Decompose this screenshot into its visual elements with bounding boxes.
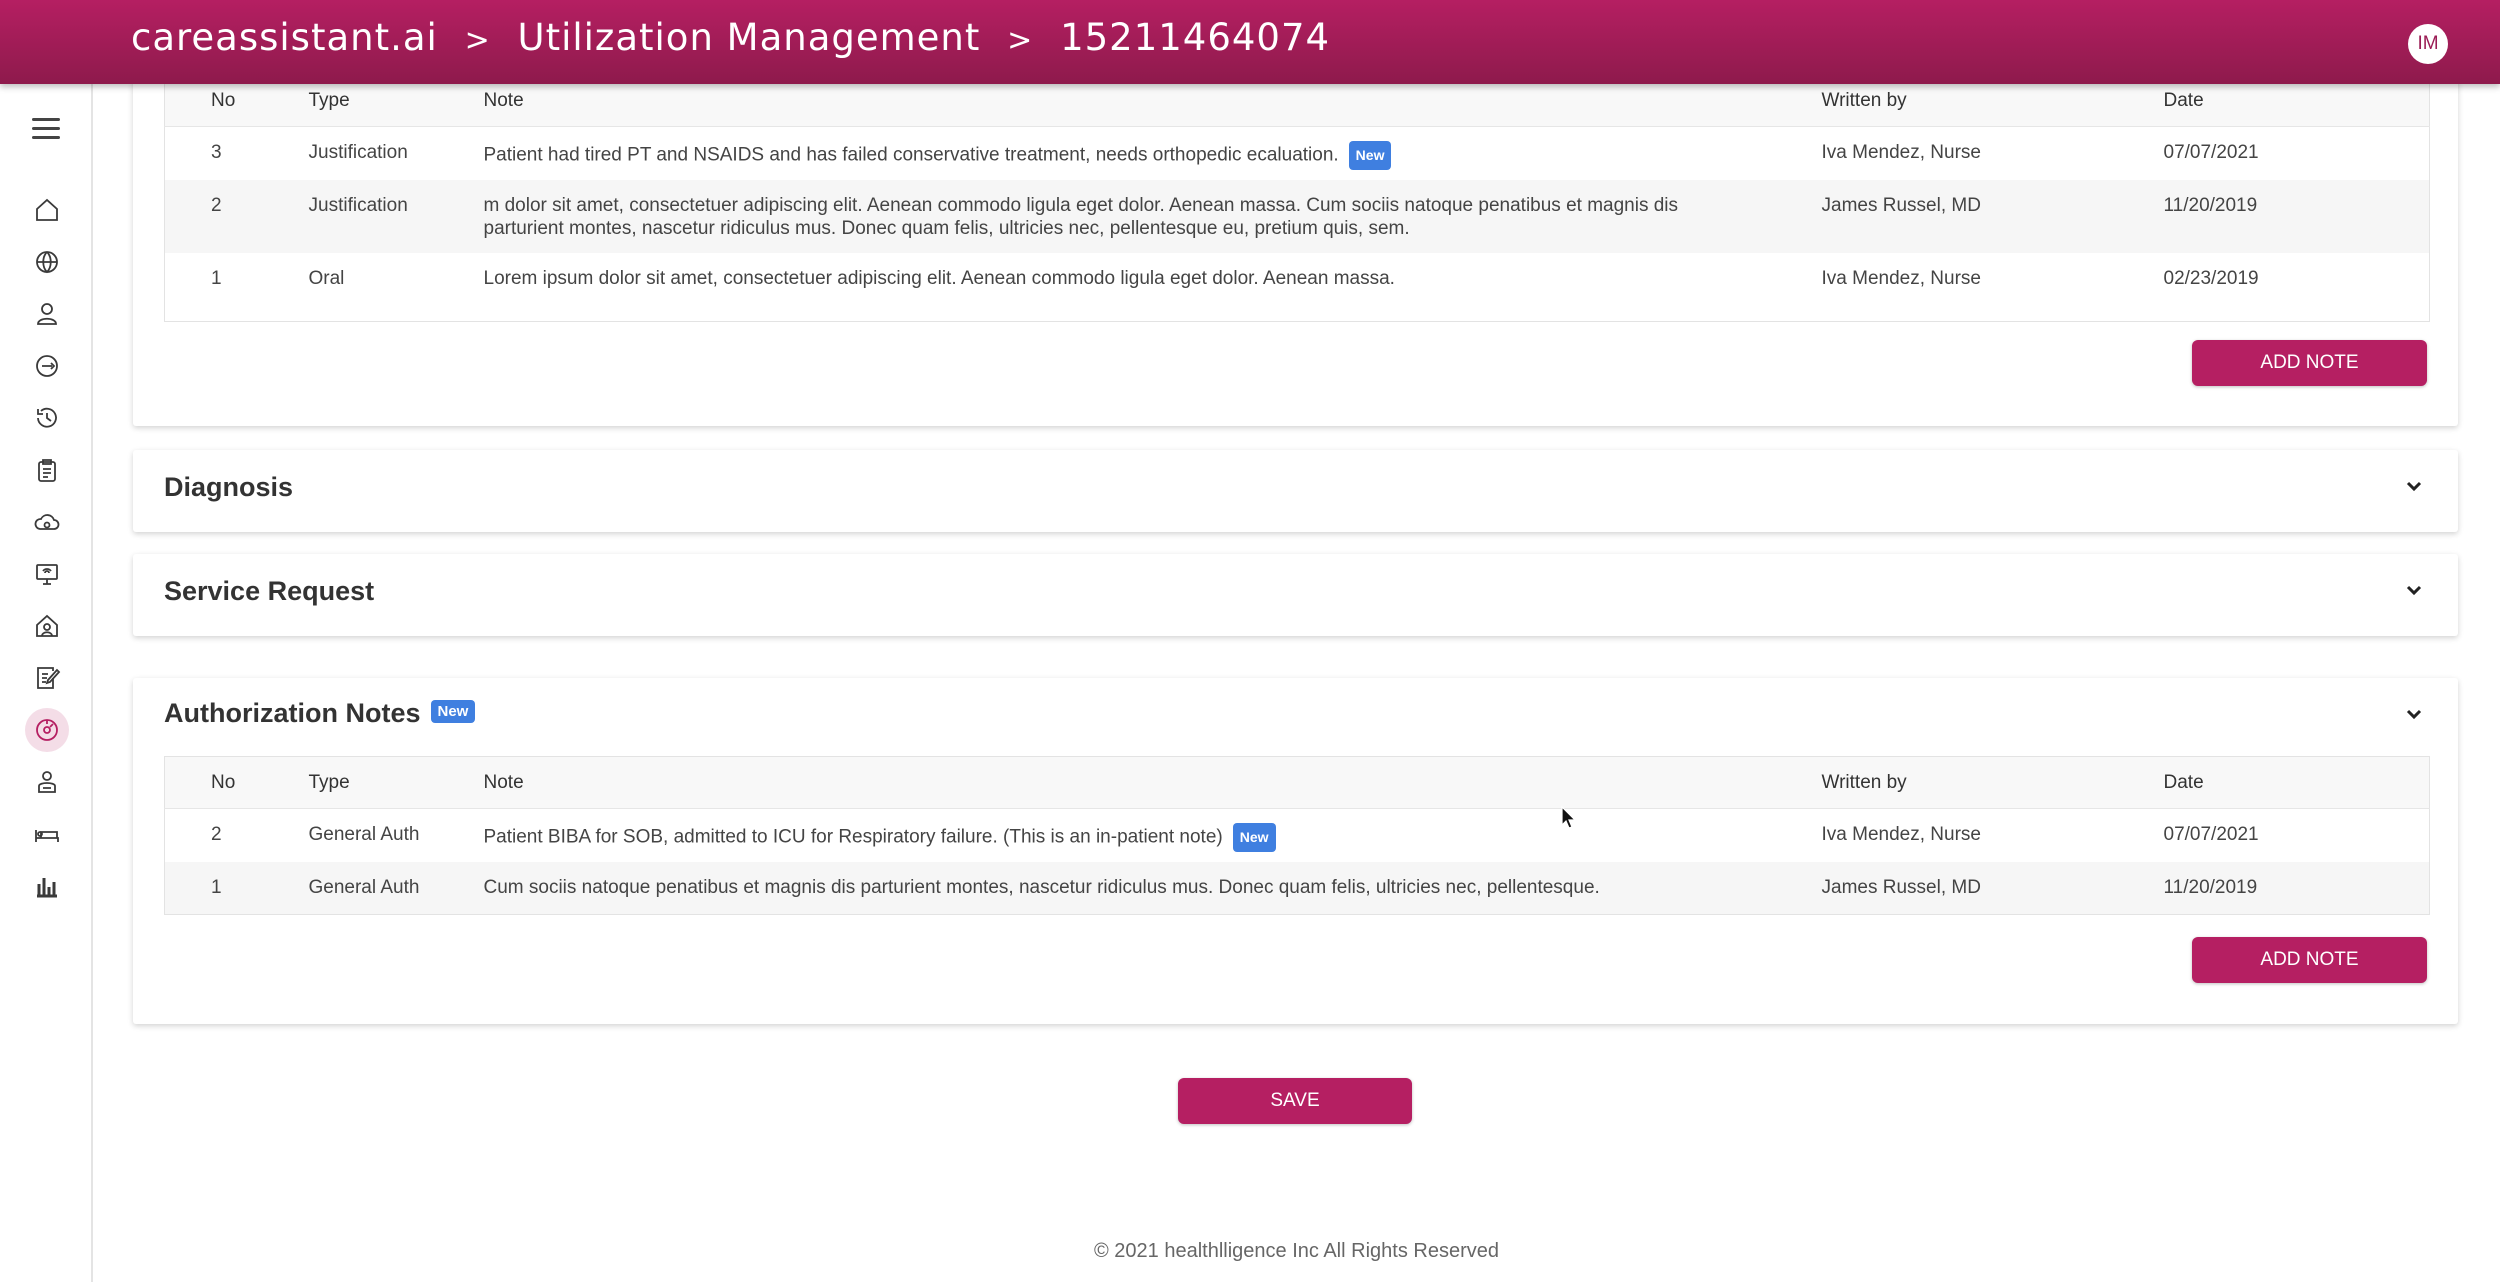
- cell-no: 3: [211, 142, 222, 163]
- bed-icon: [35, 830, 59, 842]
- new-badge: New: [430, 700, 476, 724]
- authorization-notes-title[interactable]: Authorization Notes New: [164, 698, 476, 729]
- sidebar-item-home-care[interactable]: [25, 604, 69, 648]
- sidebar-item-cloud[interactable]: [25, 500, 69, 544]
- authorization-notes-table: No Type Note Written by Date 2 General A…: [164, 756, 2430, 915]
- breadcrumb-section[interactable]: Utilization Management: [518, 16, 981, 59]
- brand-logo-text[interactable]: careassistant.ai: [131, 16, 438, 59]
- column-header-written-by[interactable]: Written by: [1821, 756, 2164, 809]
- bar-chart-icon: [37, 878, 57, 898]
- cell-note: Patient BIBA for SOB, admitted to ICU fo…: [484, 809, 1822, 863]
- column-header-date[interactable]: Date: [2163, 756, 2430, 809]
- column-header-no[interactable]: No: [164, 756, 309, 809]
- cell-date: 07/07/2021: [2163, 824, 2259, 845]
- cell-date: 07/07/2021: [2163, 142, 2259, 163]
- globe-icon: [36, 251, 58, 274]
- sidebar-item-bed[interactable]: [25, 812, 69, 856]
- clipboard-icon: [38, 459, 56, 482]
- table-row[interactable]: 1 General Auth Cum sociis natoque penati…: [164, 862, 2430, 914]
- caregiver-icon: [38, 771, 56, 793]
- cell-type: General Auth: [308, 824, 420, 845]
- table-header-row: No Type Note Written by Date: [164, 756, 2430, 809]
- breadcrumb-separator: >: [464, 23, 491, 58]
- diagnosis-title: Diagnosis: [164, 472, 294, 502]
- chevron-down-icon[interactable]: [2404, 704, 2422, 720]
- save-button[interactable]: SAVE: [1178, 1078, 1412, 1124]
- service-request-title: Service Request: [164, 576, 375, 606]
- service-request-card[interactable]: Service Request: [133, 554, 2458, 636]
- table-row[interactable]: 2 General Auth Patient BIBA for SOB, adm…: [165, 809, 2430, 863]
- cell-written-by: James Russel, MD: [1821, 180, 2164, 253]
- clinical-notes-card: No Type Note Written by Date 3 Justifica…: [133, 40, 2458, 426]
- sidebar-item-monitor[interactable]: [25, 552, 69, 596]
- clinical-notes-table: No Type Note Written by Date 3 Justifica…: [164, 74, 2430, 322]
- sidebar-item-clipboard[interactable]: [25, 448, 69, 492]
- sidebar-item-history[interactable]: [25, 396, 69, 440]
- note-text: Patient had tired PT and NSAIDS and has …: [483, 144, 1339, 166]
- cell-no: 2: [164, 180, 309, 253]
- chevron-down-icon[interactable]: [2404, 476, 2422, 492]
- cell-date: 02/23/2019: [2163, 268, 2259, 289]
- table-row[interactable]: 2 Justification m dolor sit amet, consec…: [164, 180, 2430, 253]
- cell-type: General Auth: [308, 862, 484, 914]
- view-360-icon: [36, 355, 58, 377]
- new-badge: New: [1348, 141, 1392, 170]
- cell-written-by: Iva Mendez, Nurse: [1821, 268, 1981, 289]
- sidebar-item-home[interactable]: [25, 188, 69, 232]
- cloud-settings-icon: [34, 514, 60, 530]
- cell-date: 11/20/2019: [2163, 180, 2430, 253]
- monitor-wifi-icon: [36, 564, 58, 585]
- hamburger-menu-icon[interactable]: [32, 118, 60, 140]
- cell-written-by: Iva Mendez, Nurse: [1821, 142, 1981, 163]
- top-bar: careassistant.ai > Utilization Managemen…: [0, 0, 2500, 84]
- edit-document-icon: [37, 667, 61, 689]
- sidebar-item-globe[interactable]: [25, 240, 69, 284]
- home-icon: [36, 198, 58, 221]
- home-care-icon: [36, 614, 58, 637]
- cell-type: Justification: [308, 180, 484, 253]
- utilization-icon: [36, 719, 58, 741]
- sidebar-item-edit-document[interactable]: [25, 656, 69, 700]
- cell-no: 1: [164, 862, 309, 914]
- authorization-notes-card: Authorization Notes New No Type Note Writ…: [133, 678, 2458, 1024]
- cell-type: Justification: [308, 142, 408, 163]
- cell-written-by: Iva Mendez, Nurse: [1821, 824, 1981, 845]
- breadcrumb: careassistant.ai > Utilization Managemen…: [131, 16, 1330, 59]
- cell-no: 2: [211, 824, 222, 845]
- column-header-note[interactable]: Note: [483, 756, 1822, 809]
- sidebar-item-reports[interactable]: [25, 864, 69, 908]
- note-text: Patient BIBA for SOB, admitted to ICU fo…: [483, 826, 1223, 848]
- sidebar-item-360[interactable]: [25, 344, 69, 388]
- authorization-notes-title-text: Authorization Notes: [164, 698, 421, 728]
- cell-written-by: James Russel, MD: [1821, 862, 2164, 914]
- users-icon: [37, 303, 57, 325]
- sidebar-item-caregiver[interactable]: [25, 760, 69, 804]
- cell-no: 1: [211, 268, 222, 289]
- chevron-down-icon[interactable]: [2404, 580, 2422, 596]
- add-clinical-note-button[interactable]: ADD NOTE: [2192, 340, 2427, 386]
- sidebar-item-users[interactable]: [25, 292, 69, 336]
- cell-note: Lorem ipsum dolor sit amet, consectetuer…: [483, 268, 1395, 289]
- cell-date: 11/20/2019: [2163, 862, 2430, 914]
- cell-note: Cum sociis natoque penatibus et magnis d…: [483, 862, 1822, 914]
- user-avatar[interactable]: IM: [2408, 24, 2448, 64]
- table-row[interactable]: 1 Oral Lorem ipsum dolor sit amet, conse…: [165, 253, 2430, 321]
- sidebar-item-utilization[interactable]: [25, 708, 69, 752]
- history-icon: [37, 407, 57, 428]
- diagnosis-card[interactable]: Diagnosis: [133, 450, 2458, 532]
- add-authorization-note-button[interactable]: ADD NOTE: [2192, 937, 2427, 983]
- column-header-type[interactable]: Type: [308, 756, 484, 809]
- cell-note: m dolor sit amet, consectetuer adipiscin…: [483, 180, 1822, 253]
- breadcrumb-record-id: 15211464074: [1060, 16, 1331, 59]
- mouse-cursor-icon: [1561, 806, 1577, 829]
- new-badge: New: [1232, 823, 1276, 852]
- cell-note: Patient had tired PT and NSAIDS and has …: [484, 127, 1822, 181]
- breadcrumb-separator: >: [1007, 23, 1034, 58]
- table-row[interactable]: 3 Justification Patient had tired PT and…: [165, 127, 2430, 181]
- cell-type: Oral: [308, 268, 345, 289]
- footer-copyright: © 2021 healthlligence Inc All Rights Res…: [1094, 1240, 1499, 1262]
